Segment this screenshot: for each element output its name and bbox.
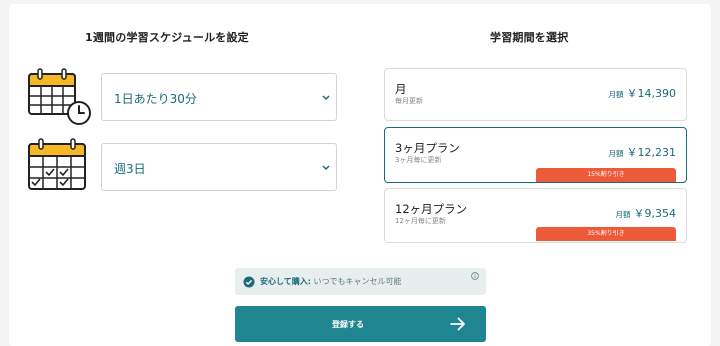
price-label: 月額	[608, 90, 624, 99]
discount-badge: 35%割り引き	[536, 227, 676, 241]
price-label: 月額	[608, 149, 624, 158]
minutes-per-day-value: 1日あたり30分	[114, 92, 197, 106]
plan-renewal: 12ヶ月毎に更新	[395, 217, 446, 225]
register-button[interactable]: 登録する	[235, 306, 486, 342]
plan-name: 3ヶ月プラン	[395, 141, 460, 155]
discount-badge: 15%割り引き	[536, 168, 676, 182]
plan-option-monthly[interactable]: 月 毎月更新 月額 ￥14,390	[384, 68, 687, 121]
info-icon[interactable]	[471, 272, 479, 280]
plan-price: ￥9,354	[633, 207, 677, 220]
minutes-per-day-select[interactable]: 1日あたり30分	[101, 73, 337, 121]
plan-renewal: 毎月更新	[395, 97, 423, 105]
price-label: 月額	[615, 210, 631, 219]
days-per-week-value: 週3日	[114, 162, 146, 176]
chevron-down-icon	[322, 95, 330, 101]
plan-option-12-months[interactable]: 12ヶ月プラン 12ヶ月毎に更新 月額 ￥9,354 35%割り引き	[384, 188, 687, 243]
plan-renewal: 3ヶ月毎に更新	[395, 156, 442, 164]
chevron-down-icon	[322, 165, 330, 171]
plan-price: ￥12,231	[626, 146, 677, 159]
plan-name: 月	[395, 82, 407, 96]
plan-price: ￥14,390	[626, 87, 677, 100]
arrow-right-icon	[450, 317, 465, 331]
notice-strong: 安心して購入:	[260, 277, 311, 286]
plan-name: 12ヶ月プラン	[395, 202, 468, 216]
notice-text: いつでもキャンセル可能	[310, 277, 402, 286]
register-button-label: 登録する	[332, 320, 364, 329]
check-circle-icon	[243, 276, 255, 288]
period-heading: 学習期間を選択	[490, 31, 569, 44]
plan-option-3-months[interactable]: 3ヶ月プラン 3ヶ月毎に更新 月額 ￥12,231 15%割り引き	[384, 127, 687, 183]
cancel-anytime-notice: 安心して購入: いつでもキャンセル可能	[235, 268, 486, 295]
schedule-heading: 1週間の学習スケジュールを設定	[85, 31, 249, 44]
days-per-week-select[interactable]: 週3日	[101, 143, 337, 191]
calendar-check-icon	[28, 138, 86, 190]
calendar-clock-icon	[28, 68, 91, 125]
